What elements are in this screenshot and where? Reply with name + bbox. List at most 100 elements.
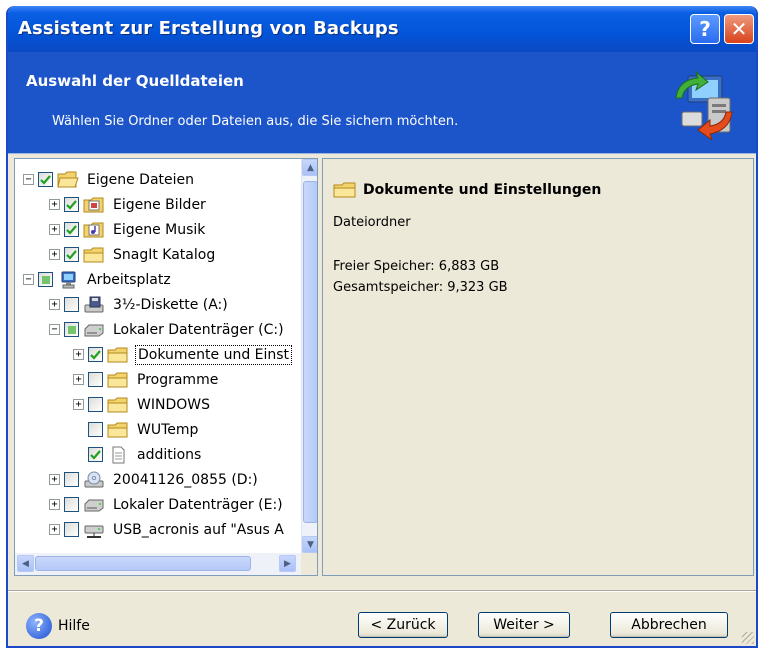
expand-icon[interactable]: + [49,524,60,535]
hard-drive-icon [83,321,105,339]
tree-item-checkbox[interactable] [88,422,103,437]
tree-item-label: additions [137,446,202,463]
folder-icon [333,182,356,198]
expand-icon[interactable]: + [49,474,60,485]
tree-item-label: WUTemp [137,421,199,438]
tree-item[interactable]: +3½-Diskette (A:) [49,292,230,317]
tree-item[interactable]: + Programme [73,367,220,392]
details-title: Dokumente und Einstellungen [363,182,602,198]
help-title-button[interactable]: ? [690,14,720,44]
tree-item-label: SnagIt Katalog [113,246,216,263]
expand-icon[interactable]: + [49,499,60,510]
cd-drive-icon [83,471,105,489]
vertical-scroll-thumb[interactable] [303,181,317,523]
tree-item-checkbox[interactable] [64,297,79,312]
tree-item[interactable]: WUTemp [73,417,200,442]
expand-icon[interactable]: + [49,249,60,260]
tree-item-checkbox[interactable] [64,497,79,512]
folder-icon [107,346,129,364]
collapse-icon[interactable]: − [23,274,34,285]
close-button[interactable]: ✕ [724,14,754,44]
help-label: Hilfe [58,618,90,634]
tree-item-checkbox[interactable] [88,397,103,412]
tree-item-label: WINDOWS [137,396,210,413]
tree-item-checkbox[interactable] [64,222,79,237]
backup-wizard-window: Assistent zur Erstellung von Backups ? ✕… [6,6,758,648]
collapse-icon[interactable]: − [49,324,60,335]
tree-item-label: 3½-Diskette (A:) [113,296,228,313]
expand-icon[interactable]: + [49,299,60,310]
tree-item-label: 20041126_0855 (D:) [113,471,258,488]
folder-icon [107,421,129,439]
tree-item-label: Arbeitsplatz [87,271,171,288]
scroll-right-arrow-icon[interactable]: ▶ [279,555,296,572]
wizard-header: Auswahl der Quelldateien Wählen Sie Ordn… [8,52,756,154]
next-button[interactable]: Weiter > [478,612,570,638]
tree-item-label: Eigene Dateien [87,171,195,188]
expand-icon[interactable]: + [73,349,84,360]
scroll-up-arrow-icon[interactable]: ▲ [302,159,317,176]
horizontal-scroll-thumb[interactable] [35,556,251,571]
tree-item-checkbox[interactable] [88,372,103,387]
tree-item-checkbox[interactable] [88,447,103,462]
backup-computer-icon [675,70,733,140]
step-subtitle: Wählen Sie Ordner oder Dateien aus, die … [52,114,459,129]
tree-item-checkbox[interactable] [64,522,79,537]
tree-item[interactable]: − Eigene Dateien [23,167,196,192]
tree-item[interactable]: + WINDOWS [73,392,212,417]
cancel-button[interactable]: Abbrechen [610,612,728,638]
expand-icon[interactable]: + [49,199,60,210]
tree-item[interactable]: additions [73,442,203,467]
scroll-down-arrow-icon[interactable]: ▼ [302,536,317,553]
tree-item-checkbox[interactable] [64,197,79,212]
tree-item-checkbox[interactable] [38,272,53,287]
details-panel: Dokumente und Einstellungen Dateiordner … [322,158,754,576]
tree-item[interactable]: + Dokumente und Einst [73,342,293,367]
expand-icon[interactable]: + [73,374,84,385]
help-link[interactable]: ? Hilfe [26,613,90,639]
tree-item[interactable]: − Arbeitsplatz [23,267,173,292]
source-tree-panel[interactable]: − Eigene Dateien + Eigene Bilder + Eigene Mus… [14,158,318,576]
expand-icon[interactable]: + [49,224,60,235]
tree-vertical-scrollbar[interactable]: ▲ ▼ [301,159,317,553]
tree-horizontal-scrollbar[interactable]: ◀ ▶ [15,553,301,575]
floppy-drive-icon [83,296,105,314]
details-header: Dokumente und Einstellungen [333,181,601,199]
tree-item[interactable]: + Eigene Bilder [49,192,208,217]
tree-item[interactable]: + Eigene Musik [49,217,207,242]
tree-item[interactable]: − Lokaler Datenträger (C:) [49,317,286,342]
tree-item-checkbox[interactable] [64,472,79,487]
window-title: Assistent zur Erstellung von Backups [18,18,399,39]
tree-item[interactable]: +20041126_0855 (D:) [49,467,260,492]
tree-item-checkbox[interactable] [88,347,103,362]
folder-icon [83,246,105,264]
tree-item-checkbox[interactable] [64,247,79,262]
back-button[interactable]: < Zurück [358,612,448,638]
tree-item[interactable]: + USB_acronis auf "Asus A [49,517,286,542]
tree-item-checkbox[interactable] [38,172,53,187]
tree-item-label: Eigene Musik [113,221,206,238]
scroll-left-arrow-icon[interactable]: ◀ [17,555,34,572]
tree-item-label: Eigene Bilder [113,196,206,213]
folder-tree[interactable]: − Eigene Dateien + Eigene Bilder + Eigene Mus… [15,159,301,553]
question-mark-icon: ? [699,17,711,41]
details-type: Dateiordner [333,215,411,230]
title-bar[interactable]: Assistent zur Erstellung von Backups ? ✕ [8,6,756,52]
tree-item[interactable]: + SnagIt Katalog [49,242,217,267]
folder-icon [107,396,129,414]
free-space: Freier Speicher: 6,883 GB [333,259,500,274]
expand-icon[interactable]: + [73,399,84,410]
folder-icon [107,371,129,389]
resize-grip[interactable] [742,632,754,644]
hard-drive-icon [83,496,105,514]
tree-item-checkbox[interactable] [64,322,79,337]
music-folder-icon [83,221,105,239]
footer-divider [8,590,756,592]
help-icon: ? [26,613,52,639]
scroll-corner [301,553,317,575]
tree-item-label: Programme [137,371,219,388]
tree-item[interactable]: + Lokaler Datenträger (E:) [49,492,285,517]
close-icon: ✕ [730,17,748,41]
collapse-icon[interactable]: − [23,174,34,185]
